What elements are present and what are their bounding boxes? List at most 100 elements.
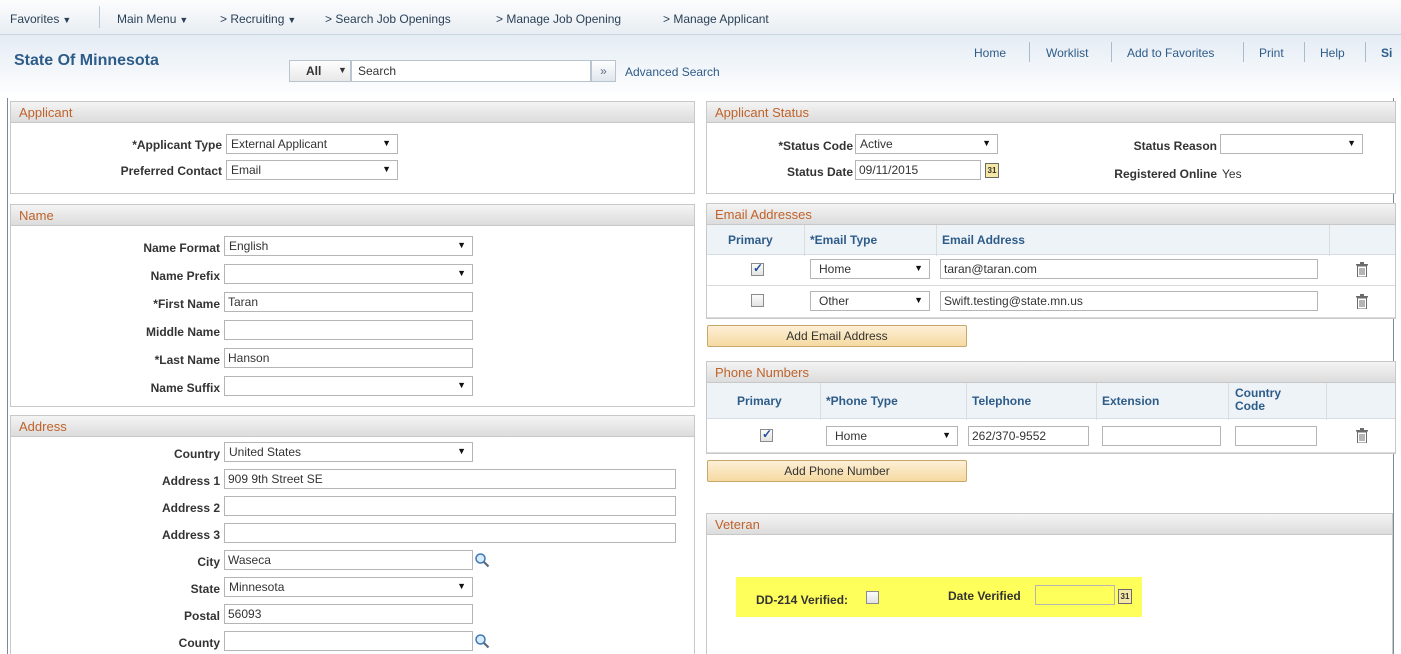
calendar-icon[interactable]: 31 xyxy=(1118,589,1132,604)
email-type-select[interactable]: Home ▼ xyxy=(810,259,930,279)
middle-name-field[interactable] xyxy=(224,320,473,340)
lookup-icon[interactable] xyxy=(474,552,490,568)
column-header-email-type: *Email Type xyxy=(810,233,878,247)
chevron-down-icon: ▼ xyxy=(457,380,466,390)
telephone-field[interactable]: 262/370-9552 xyxy=(968,426,1089,446)
frame-left-border xyxy=(7,0,8,654)
registered-online-label: Registered Online xyxy=(1114,167,1217,181)
status-date-label: Status Date xyxy=(786,165,853,179)
extension-field[interactable] xyxy=(1102,426,1221,446)
breadcrumb-search-job-openings[interactable]: > Search Job Openings xyxy=(325,12,451,26)
delete-row-icon[interactable] xyxy=(1356,428,1368,443)
phone-type-select[interactable]: Home ▼ xyxy=(826,426,958,446)
help-link[interactable]: Help xyxy=(1320,46,1345,60)
search-go-button[interactable]: » xyxy=(591,60,616,82)
status-reason-label: Status Reason xyxy=(1133,139,1217,153)
postal-field[interactable]: 56093 xyxy=(224,604,473,624)
name-format-select[interactable]: English ▼ xyxy=(224,236,473,256)
email-type-select[interactable]: Other ▼ xyxy=(810,291,930,311)
chevron-down-icon: ▼ xyxy=(179,15,189,25)
delete-row-icon[interactable] xyxy=(1356,294,1368,309)
breadcrumb-manage-job-opening[interactable]: > Manage Job Opening xyxy=(496,12,621,26)
chevron-down-icon: ▼ xyxy=(914,263,923,273)
column-header-extension: Extension xyxy=(1102,394,1160,408)
lookup-icon[interactable] xyxy=(474,633,490,649)
name-suffix-select[interactable]: ▼ xyxy=(224,376,473,396)
nav-separator xyxy=(99,6,100,28)
section-title: Applicant xyxy=(11,102,694,123)
print-link[interactable]: Print xyxy=(1259,46,1284,60)
name-suffix-label: Name Suffix xyxy=(150,381,220,395)
date-verified-field[interactable] xyxy=(1035,585,1115,605)
chevron-down-icon: ▼ xyxy=(1347,138,1356,148)
chevron-down-icon: ▼ xyxy=(382,164,391,174)
search-scope-select[interactable]: All ▼ xyxy=(289,60,351,82)
chevron-down-icon: ▼ xyxy=(457,268,466,278)
search-input[interactable]: Search xyxy=(351,60,591,82)
favorites-menu[interactable]: Favorites ▼ xyxy=(10,12,71,26)
city-label: City xyxy=(197,555,220,569)
address-1-label: Address 1 xyxy=(161,474,220,488)
frame-right-border xyxy=(1393,0,1394,654)
date-verified-label: Date Verified xyxy=(948,589,1021,603)
state-select[interactable]: Minnesota ▼ xyxy=(224,577,473,597)
header-separator xyxy=(1304,42,1305,62)
country-code-field[interactable] xyxy=(1235,426,1317,446)
column-header-primary: Primary xyxy=(737,394,782,408)
state-label: State xyxy=(190,582,220,596)
breadcrumb-recruiting[interactable]: > Recruiting ▼ xyxy=(220,12,296,26)
sign-out-link[interactable]: Si xyxy=(1381,46,1392,60)
chevron-down-icon: ▼ xyxy=(287,15,297,25)
preferred-contact-select[interactable]: Email ▼ xyxy=(226,160,398,180)
address-1-field[interactable]: 909 9th Street SE xyxy=(224,469,676,489)
name-format-label: Name Format xyxy=(143,241,220,255)
name-prefix-label: Name Prefix xyxy=(150,269,220,283)
status-date-field[interactable]: 09/11/2015 xyxy=(855,160,981,180)
country-select[interactable]: United States ▼ xyxy=(224,442,473,462)
status-reason-select[interactable]: ▼ xyxy=(1220,134,1363,154)
address-2-label: Address 2 xyxy=(161,501,220,515)
primary-checkbox[interactable] xyxy=(751,294,764,307)
add-to-favorites-link[interactable]: Add to Favorites xyxy=(1127,46,1214,60)
first-name-field[interactable]: Taran xyxy=(224,292,473,312)
dd214-verified-checkbox[interactable] xyxy=(866,591,879,604)
chevron-down-icon: ▼ xyxy=(982,138,991,148)
last-name-field[interactable]: Hanson xyxy=(224,348,473,368)
city-field[interactable]: Waseca xyxy=(224,550,473,570)
add-phone-number-button[interactable]: Add Phone Number xyxy=(707,460,967,482)
breadcrumb-manage-applicant[interactable]: > Manage Applicant xyxy=(663,12,769,26)
advanced-search-link[interactable]: Advanced Search xyxy=(625,65,720,79)
chevron-down-icon: ▼ xyxy=(942,430,951,440)
home-link[interactable]: Home xyxy=(974,46,1006,60)
preferred-contact-label: Preferred Contact xyxy=(120,164,222,178)
main-menu[interactable]: Main Menu ▼ xyxy=(117,12,188,26)
last-name-label: *Last Name xyxy=(154,353,220,367)
column-header-telephone: Telephone xyxy=(972,394,1032,408)
chevron-down-icon: ▼ xyxy=(338,65,347,75)
chevron-down-icon: ▼ xyxy=(62,15,72,25)
email-address-field[interactable]: Swift.testing@state.mn.us xyxy=(940,291,1318,311)
org-title: State Of Minnesota xyxy=(14,52,159,69)
chevron-down-icon: ▼ xyxy=(457,581,466,591)
applicant-type-select[interactable]: External Applicant ▼ xyxy=(226,134,398,154)
email-address-field[interactable]: taran@taran.com xyxy=(940,259,1318,279)
status-code-select[interactable]: Active ▼ xyxy=(855,134,998,154)
chevron-down-icon: ▼ xyxy=(914,295,923,305)
calendar-icon[interactable]: 31 xyxy=(985,163,999,178)
county-field[interactable] xyxy=(224,631,473,651)
address-3-field[interactable] xyxy=(224,523,676,543)
address-2-field[interactable] xyxy=(224,496,676,516)
registered-online-value: Yes xyxy=(1222,167,1242,181)
section-title: Name xyxy=(11,205,694,226)
column-header-email-address: Email Address xyxy=(942,233,1025,247)
primary-checkbox[interactable] xyxy=(760,427,773,442)
address-3-label: Address 3 xyxy=(161,528,220,542)
dd214-verified-label: DD-214 Verified: xyxy=(756,593,849,607)
primary-checkbox[interactable] xyxy=(751,261,764,276)
country-label: Country xyxy=(174,447,220,461)
chevron-down-icon: ▼ xyxy=(457,446,466,456)
name-prefix-select[interactable]: ▼ xyxy=(224,264,473,284)
worklist-link[interactable]: Worklist xyxy=(1046,46,1088,60)
delete-row-icon[interactable] xyxy=(1356,262,1368,277)
add-email-address-button[interactable]: Add Email Address xyxy=(707,325,967,347)
